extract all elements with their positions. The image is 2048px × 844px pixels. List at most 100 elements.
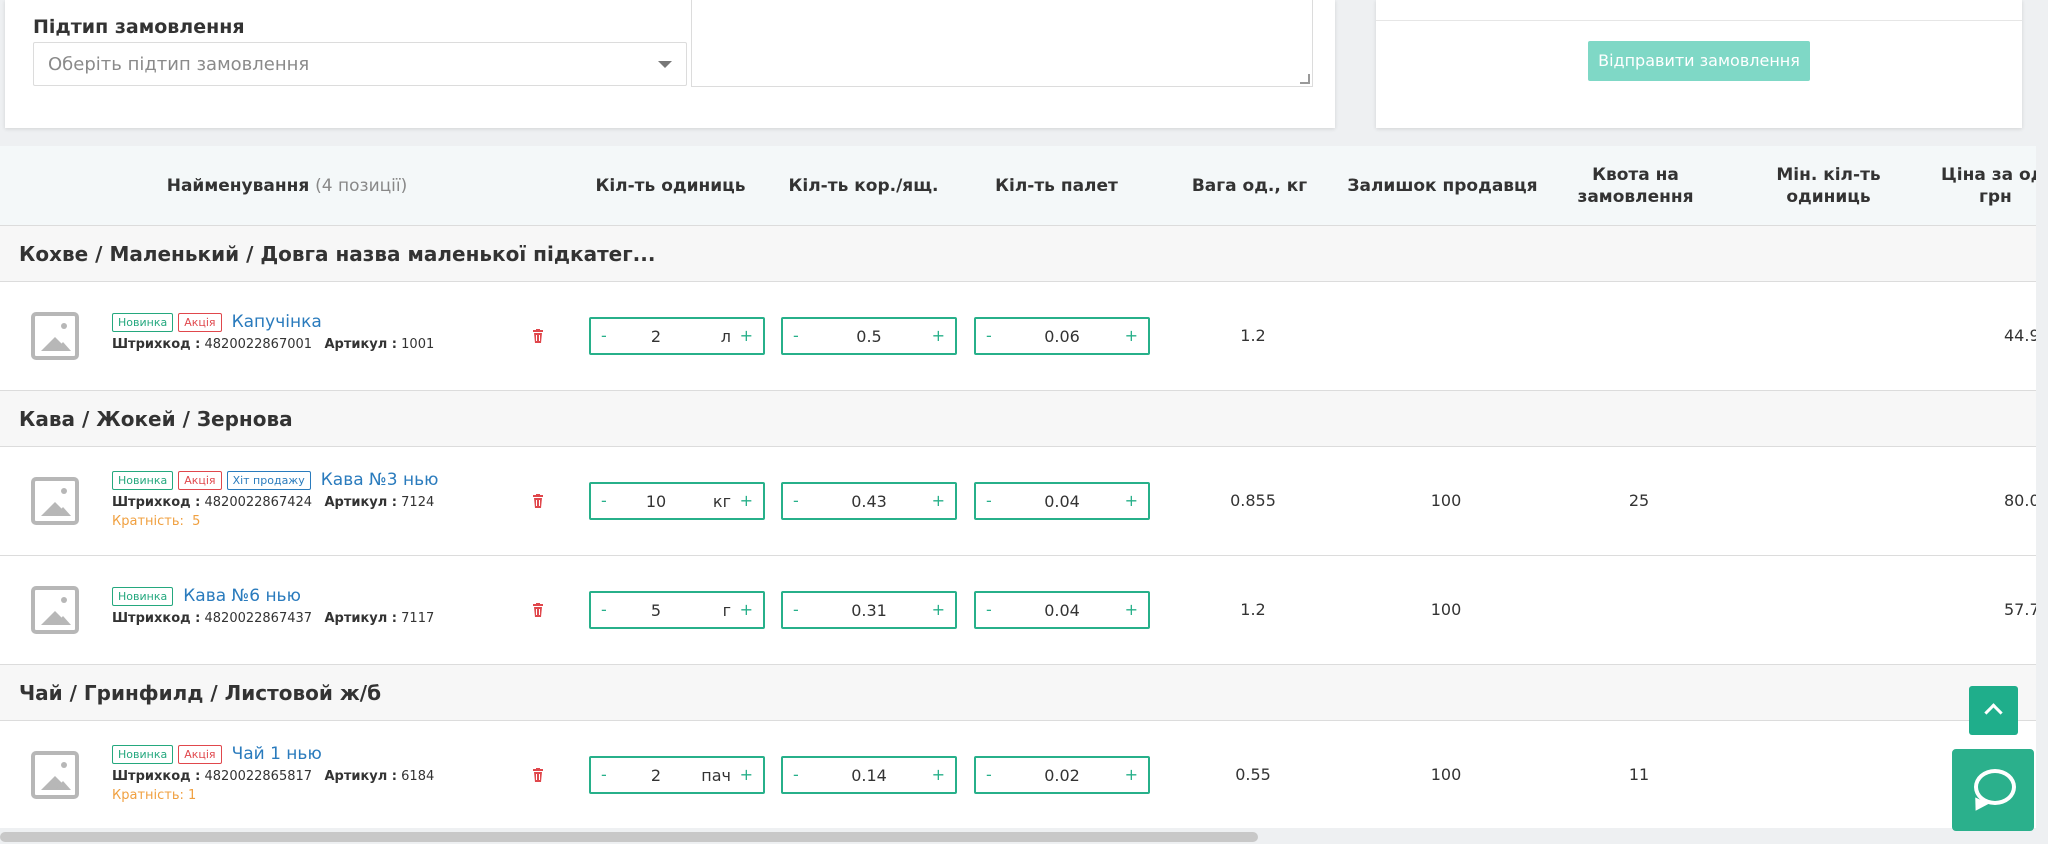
- quantity-units-value[interactable]: 2: [631, 766, 681, 785]
- decrement-button[interactable]: -: [601, 765, 607, 784]
- stock-cell: 100: [1430, 765, 1462, 784]
- header-min-units[interactable]: Мін. кіл-ть одиниць: [1732, 146, 1925, 226]
- scroll-to-top-button[interactable]: [1969, 686, 2018, 735]
- header-order-quota[interactable]: Квота на замовлення: [1539, 146, 1732, 226]
- multiplicity-value: 1: [188, 788, 197, 803]
- product-name-link[interactable]: Капучінка: [232, 312, 322, 332]
- trash-icon[interactable]: [532, 603, 544, 617]
- increment-button[interactable]: +: [1125, 765, 1138, 784]
- header-qty-pallets[interactable]: Кіл-ть палет: [960, 146, 1153, 226]
- stock-cell: 100: [1430, 600, 1462, 619]
- image-placeholder-icon: [31, 751, 79, 799]
- trash-icon[interactable]: [532, 768, 544, 782]
- quantity-units-stepper[interactable]: - 5 г +: [589, 591, 765, 629]
- unit-label: г: [722, 601, 731, 620]
- decrement-button[interactable]: -: [793, 326, 799, 345]
- quantity-pallets-stepper[interactable]: - 0.02 +: [974, 756, 1150, 794]
- send-order-button[interactable]: Відправити замовлення: [1588, 41, 1810, 81]
- multiplicity-note: Кратність: 1: [112, 788, 196, 803]
- barcode-label: Штрихкод :: [112, 769, 201, 784]
- quantity-pallets-value[interactable]: 0.02: [1006, 766, 1118, 785]
- order-subtype-label: Підтип замовлення: [33, 16, 245, 38]
- multiplicity-label: Кратність:: [112, 514, 184, 529]
- quantity-units-value[interactable]: 5: [631, 601, 681, 620]
- increment-button[interactable]: +: [740, 600, 753, 619]
- quantity-units-value[interactable]: 2: [631, 327, 681, 346]
- quantity-units-stepper[interactable]: - 10 кг +: [589, 482, 765, 520]
- product-codes: Штрихкод : 4820022865817 Артикул : 6184: [112, 769, 434, 784]
- quantity-pallets-value[interactable]: 0.06: [1006, 327, 1118, 346]
- decrement-button[interactable]: -: [986, 765, 992, 784]
- quantity-boxes-value[interactable]: 0.31: [813, 601, 925, 620]
- increment-button[interactable]: +: [1125, 491, 1138, 510]
- increment-button[interactable]: +: [1125, 600, 1138, 619]
- decrement-button[interactable]: -: [986, 491, 992, 510]
- decrement-button[interactable]: -: [986, 326, 992, 345]
- quantity-pallets-value[interactable]: 0.04: [1006, 492, 1118, 511]
- header-weight[interactable]: Вага од., кг: [1153, 146, 1346, 226]
- decrement-button[interactable]: -: [986, 600, 992, 619]
- quantity-units-stepper[interactable]: - 2 л +: [589, 317, 765, 355]
- article-value: 7117: [401, 611, 435, 626]
- article-value: 6184: [401, 769, 435, 784]
- product-name-link[interactable]: Кава №6 нью: [183, 586, 301, 606]
- badge-new: Новинка: [112, 312, 174, 332]
- increment-button[interactable]: +: [932, 491, 945, 510]
- increment-button[interactable]: +: [1125, 326, 1138, 345]
- badge-new: Новинка: [112, 470, 174, 490]
- product-badges: Новинка Акція Капучінка: [112, 312, 322, 332]
- horizontal-scrollbar[interactable]: [0, 832, 1258, 842]
- chat-button[interactable]: [1952, 749, 2034, 831]
- decrement-button[interactable]: -: [793, 491, 799, 510]
- quantity-boxes-value[interactable]: 0.14: [813, 766, 925, 785]
- increment-button[interactable]: +: [740, 491, 753, 510]
- quantity-boxes-value[interactable]: 0.43: [813, 492, 925, 511]
- increment-button[interactable]: +: [932, 765, 945, 784]
- product-name-link[interactable]: Кава №3 нью: [321, 470, 439, 490]
- quantity-pallets-value[interactable]: 0.04: [1006, 601, 1118, 620]
- header-qty-boxes[interactable]: Кіл-ть кор./ящ.: [767, 146, 960, 226]
- quantity-boxes-stepper[interactable]: - 0.5 +: [781, 317, 957, 355]
- decrement-button[interactable]: -: [793, 600, 799, 619]
- quantity-units-value[interactable]: 10: [631, 492, 681, 511]
- increment-button[interactable]: +: [932, 326, 945, 345]
- weight-cell: 0.55: [1235, 765, 1271, 784]
- order-subtype-select[interactable]: Оберіть підтип замовлення: [33, 42, 687, 86]
- badge-sale: Акція: [178, 470, 222, 490]
- header-price[interactable]: Ціна за од. ( грн: [1925, 146, 2036, 226]
- quantity-boxes-value[interactable]: 0.5: [813, 327, 925, 346]
- table-row: Новинка Акція Чай 1 нью Штрихкод : 48200…: [0, 721, 2036, 828]
- badge-sale: Акція: [178, 744, 222, 764]
- quantity-pallets-stepper[interactable]: - 0.04 +: [974, 482, 1150, 520]
- comment-textarea[interactable]: [691, 0, 1313, 87]
- decrement-button[interactable]: -: [601, 491, 607, 510]
- quantity-boxes-stepper[interactable]: - 0.14 +: [781, 756, 957, 794]
- order-form-card: Підтип замовлення Оберіть підтип замовле…: [5, 0, 1335, 128]
- badge-new: Новинка: [112, 744, 174, 764]
- increment-button[interactable]: +: [740, 326, 753, 345]
- decrement-button[interactable]: -: [601, 600, 607, 619]
- quantity-boxes-stepper[interactable]: - 0.31 +: [781, 591, 957, 629]
- weight-cell: 0.855: [1230, 491, 1276, 510]
- header-name[interactable]: Найменування (4 позиції): [0, 146, 574, 226]
- product-name-link[interactable]: Чай 1 нью: [232, 744, 322, 764]
- quota-cell: 11: [1628, 765, 1650, 784]
- quantity-units-stepper[interactable]: - 2 пач +: [589, 756, 765, 794]
- header-qty-units[interactable]: Кіл-ть одиниць: [574, 146, 767, 226]
- trash-icon[interactable]: [532, 494, 544, 508]
- quantity-boxes-stepper[interactable]: - 0.43 +: [781, 482, 957, 520]
- price-cell: 80.0: [2004, 491, 2036, 510]
- article-value: 1001: [401, 337, 435, 352]
- increment-button[interactable]: +: [740, 765, 753, 784]
- chevron-up-icon: [1984, 703, 2003, 722]
- header-seller-stock[interactable]: Залишок продавця: [1346, 146, 1539, 226]
- table-row: Новинка Кава №6 нью Штрихкод : 482002286…: [0, 556, 2036, 665]
- increment-button[interactable]: +: [932, 600, 945, 619]
- table-row: Новинка Акція Капучінка Штрихкод : 48200…: [0, 282, 2036, 391]
- trash-icon[interactable]: [532, 329, 544, 343]
- quantity-pallets-stepper[interactable]: - 0.06 +: [974, 317, 1150, 355]
- quantity-pallets-stepper[interactable]: - 0.04 +: [974, 591, 1150, 629]
- resize-handle-icon[interactable]: [1300, 74, 1310, 84]
- decrement-button[interactable]: -: [793, 765, 799, 784]
- decrement-button[interactable]: -: [601, 326, 607, 345]
